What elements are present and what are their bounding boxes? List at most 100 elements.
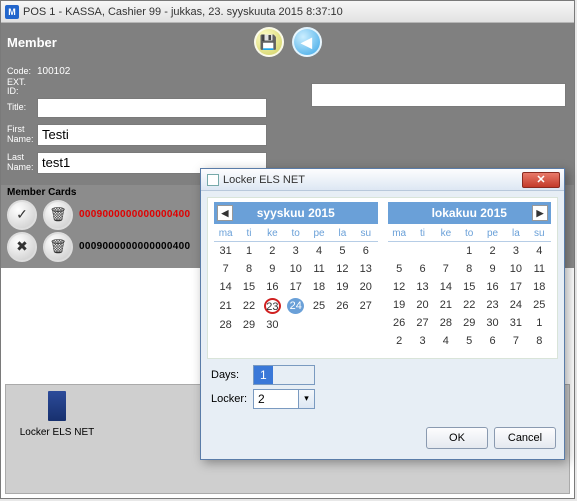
- calendar-day[interactable]: 18: [307, 278, 330, 296]
- accept-card-button[interactable]: ✓: [7, 200, 37, 230]
- calendar-day[interactable]: 30: [261, 316, 284, 334]
- calendar-day[interactable]: 9: [481, 260, 504, 278]
- calendar-day[interactable]: 19: [388, 296, 411, 314]
- calendar-day[interactable]: 13: [411, 278, 434, 296]
- calendar-day[interactable]: 1: [528, 314, 551, 332]
- calendar-day[interactable]: 11: [528, 260, 551, 278]
- calendar-day[interactable]: 23: [481, 296, 504, 314]
- calendar-day[interactable]: 17: [504, 278, 527, 296]
- calendar-day[interactable]: 2: [388, 332, 411, 350]
- locker-select[interactable]: 2 ▾: [253, 389, 315, 409]
- calendar-day[interactable]: 29: [458, 314, 481, 332]
- calendar-day[interactable]: 18: [528, 278, 551, 296]
- calendar-day[interactable]: 26: [331, 296, 354, 316]
- calendar-day[interactable]: 8: [458, 260, 481, 278]
- calendar-day[interactable]: 1: [237, 242, 260, 260]
- calendar-day[interactable]: 25: [528, 296, 551, 314]
- calendar-day[interactable]: 23: [261, 296, 284, 316]
- calendar-day[interactable]: 28: [434, 314, 457, 332]
- calendar-day[interactable]: 11: [307, 260, 330, 278]
- next-month-button[interactable]: ▶: [532, 205, 548, 221]
- calendar-day[interactable]: 27: [354, 296, 377, 316]
- back-icon: ◀: [301, 34, 312, 51]
- calendar-day[interactable]: 25: [307, 296, 330, 316]
- calendar-day[interactable]: 10: [504, 260, 527, 278]
- calendar-day[interactable]: 6: [354, 242, 377, 260]
- calendar-day[interactable]: 20: [411, 296, 434, 314]
- calendar-day[interactable]: 7: [214, 260, 237, 278]
- calendar-day: [307, 316, 330, 334]
- calendar-day[interactable]: 6: [411, 260, 434, 278]
- calendar-day[interactable]: 12: [331, 260, 354, 278]
- dialog-close-button[interactable]: ✕: [522, 172, 560, 188]
- calendar-day[interactable]: 2: [481, 242, 504, 260]
- calendar-day[interactable]: 20: [354, 278, 377, 296]
- right-panel-field[interactable]: [311, 83, 566, 107]
- reject-card-button[interactable]: ✖: [7, 232, 37, 262]
- calendar-day[interactable]: 27: [411, 314, 434, 332]
- locker-label: Locker:: [211, 393, 253, 405]
- calendar-day[interactable]: 15: [458, 278, 481, 296]
- days-input[interactable]: 1: [253, 365, 315, 385]
- calendar-right-title: lokakuu 2015: [432, 206, 507, 220]
- calendar-day[interactable]: 16: [481, 278, 504, 296]
- calendar-day[interactable]: 19: [331, 278, 354, 296]
- calendar-day[interactable]: 2: [261, 242, 284, 260]
- calendar-day[interactable]: 14: [214, 278, 237, 296]
- member-form: Code: 100102 EXT. ID: Title: First Name:…: [1, 61, 574, 185]
- calendar-day[interactable]: 22: [237, 296, 260, 316]
- calendar-day[interactable]: 30: [481, 314, 504, 332]
- calendar-day[interactable]: 13: [354, 260, 377, 278]
- code-value: 100102: [37, 66, 70, 77]
- calendar-day[interactable]: 1: [458, 242, 481, 260]
- calendar-day[interactable]: 4: [528, 242, 551, 260]
- calendar-day[interactable]: 22: [458, 296, 481, 314]
- calendar-day[interactable]: 5: [331, 242, 354, 260]
- card-code: 0009000000000000400: [79, 209, 190, 220]
- calendar-day[interactable]: 5: [458, 332, 481, 350]
- calendar-day[interactable]: 26: [388, 314, 411, 332]
- calendar-day[interactable]: 4: [434, 332, 457, 350]
- titlebar: M POS 1 - KASSA, Cashier 99 - jukkas, 23…: [1, 1, 574, 23]
- calendar-day[interactable]: 6: [481, 332, 504, 350]
- calendar-day[interactable]: 10: [284, 260, 307, 278]
- calendar-day[interactable]: 5: [388, 260, 411, 278]
- firstname-field[interactable]: [37, 124, 267, 146]
- calendar-day[interactable]: 28: [214, 316, 237, 334]
- title-field[interactable]: [37, 98, 267, 118]
- cancel-button[interactable]: Cancel: [494, 427, 556, 449]
- back-button[interactable]: ◀: [292, 27, 322, 57]
- calendar-day[interactable]: 21: [214, 296, 237, 316]
- calendar-day[interactable]: 31: [504, 314, 527, 332]
- calendar-day[interactable]: 16: [261, 278, 284, 296]
- calendar-day[interactable]: 8: [237, 260, 260, 278]
- calendar-day[interactable]: 24: [284, 296, 307, 316]
- locker-els-net-item[interactable]: Locker ELS NET: [12, 391, 102, 438]
- calendar-day[interactable]: 17: [284, 278, 307, 296]
- ok-button[interactable]: OK: [426, 427, 488, 449]
- calendar-day[interactable]: 7: [504, 332, 527, 350]
- calendar-day[interactable]: 14: [434, 278, 457, 296]
- dialog-titlebar: Locker ELS NET ✕: [201, 169, 564, 191]
- calendar-dow: to: [458, 226, 481, 242]
- calendar-day[interactable]: 3: [284, 242, 307, 260]
- calendar-day[interactable]: 4: [307, 242, 330, 260]
- calendar-day[interactable]: 15: [237, 278, 260, 296]
- calendar-day[interactable]: 29: [237, 316, 260, 334]
- calendar-day[interactable]: 12: [388, 278, 411, 296]
- calendar-day[interactable]: 8: [528, 332, 551, 350]
- calendar-day[interactable]: 3: [411, 332, 434, 350]
- calendar-day[interactable]: 3: [504, 242, 527, 260]
- delete-card-button[interactable]: 🗑: [43, 232, 73, 262]
- calendar-day[interactable]: 31: [214, 242, 237, 260]
- calendar-dow: su: [354, 226, 377, 242]
- calendar-day[interactable]: 24: [504, 296, 527, 314]
- calendar-day[interactable]: 21: [434, 296, 457, 314]
- calendar-day[interactable]: 9: [261, 260, 284, 278]
- save-button[interactable]: 💾: [254, 27, 284, 57]
- calendar-day[interactable]: 7: [434, 260, 457, 278]
- delete-card-button[interactable]: 🗑: [43, 200, 73, 230]
- calendar-left: ◀ syyskuu 2015 matiketopelasu 3112345678…: [214, 202, 378, 350]
- prev-month-button[interactable]: ◀: [217, 205, 233, 221]
- calendar-dow: su: [528, 226, 551, 242]
